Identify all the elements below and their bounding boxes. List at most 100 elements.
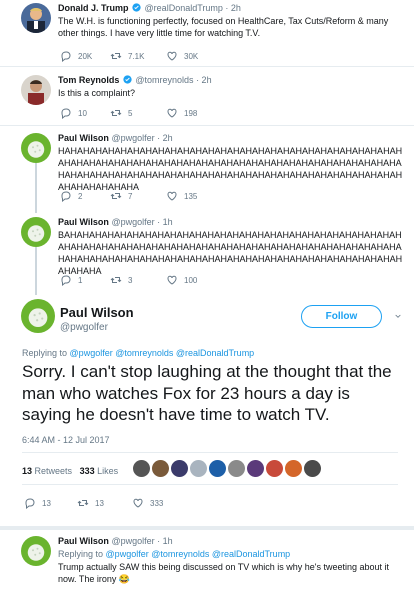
reply-replying-to: Replying to @pwgolfer @tomreynolds @real…	[58, 548, 403, 560]
retweet-icon	[110, 274, 122, 286]
liker-avatar[interactable]	[266, 460, 283, 477]
reply-button[interactable]: 20K	[60, 50, 92, 62]
tweet-reynolds[interactable]: Tom Reynolds @tomreynolds · 2h Is this a…	[0, 67, 414, 125]
main-tweet-text: Sorry. I can't stop laughing at the thou…	[22, 362, 392, 424]
liker-avatar[interactable]	[190, 460, 207, 477]
retweet-button[interactable]: 5	[110, 107, 132, 119]
like-button[interactable]: 135	[166, 190, 197, 202]
like-button[interactable]: 198	[166, 107, 197, 119]
reply-button[interactable]: 1	[60, 274, 82, 286]
liker-avatar[interactable]	[209, 460, 226, 477]
reply-count: 2	[78, 191, 83, 201]
main-author-name[interactable]: Paul Wilson	[60, 305, 134, 320]
like-count: 333	[150, 498, 164, 508]
tweet-text: BAHAHAHAHAHAHAHAHAHAHAHAHAHAHAHAHAHAHAHA…	[58, 230, 403, 276]
tweet-header: Donald J. Trump @realDonaldTrump · 2h	[58, 3, 241, 13]
follow-button[interactable]: Follow	[301, 305, 382, 328]
retweet-button[interactable]: 3	[110, 274, 132, 286]
tweet-time[interactable]: · 1h	[157, 536, 173, 546]
like-button[interactable]: 30K	[166, 50, 198, 62]
like-icon	[132, 497, 144, 509]
tweet-text: The W.H. is functioning perfectly, focus…	[58, 16, 389, 38]
author-name[interactable]: Paul Wilson	[58, 133, 109, 143]
replying-prefix: Replying to	[22, 348, 68, 358]
main-author-handle[interactable]: @pwgolfer	[60, 322, 108, 333]
author-handle[interactable]: @pwgolfer	[111, 536, 154, 546]
tweet-header: Paul Wilson @pwgolfer · 1h	[58, 217, 173, 227]
tweet-trump[interactable]: Donald J. Trump @realDonaldTrump · 2h Th…	[0, 0, 414, 66]
author-name[interactable]: Donald J. Trump	[58, 3, 129, 13]
reply-button[interactable]: 10	[60, 107, 87, 119]
tweet-header: Paul Wilson @pwgolfer · 1h	[58, 536, 173, 546]
reply-button[interactable]: 2	[60, 190, 82, 202]
retweet-count: 5	[128, 108, 133, 118]
author-handle[interactable]: @pwgolfer	[111, 217, 154, 227]
retweet-icon	[110, 107, 122, 119]
liker-avatar[interactable]	[247, 460, 264, 477]
likers-avatars	[133, 460, 321, 477]
main-timestamp[interactable]: 6:44 AM - 12 Jul 2017	[22, 435, 110, 445]
like-button[interactable]: 333	[132, 497, 163, 509]
like-button[interactable]: 100	[166, 274, 197, 286]
tweet-header: Tom Reynolds @tomreynolds · 2h	[58, 75, 212, 85]
liker-avatar[interactable]	[304, 460, 321, 477]
like-count: 100	[184, 275, 198, 285]
likes-label[interactable]: Likes	[97, 466, 118, 476]
retweets-label[interactable]: Retweets	[35, 466, 73, 476]
tweet-time[interactable]: · 2h	[225, 3, 241, 13]
liker-avatar[interactable]	[133, 460, 150, 477]
avatar[interactable]	[21, 133, 51, 163]
replying-to: Replying to @pwgolfer @tomreynolds @real…	[22, 348, 254, 358]
likes-count[interactable]: 333	[80, 466, 95, 476]
author-name[interactable]: Paul Wilson	[58, 536, 109, 546]
like-icon	[166, 274, 178, 286]
tweet-text: Is this a complaint?	[58, 88, 136, 98]
engagement-stats: 13 Retweets 333 Likes	[22, 466, 118, 476]
chevron-down-icon[interactable]	[394, 312, 402, 320]
retweets-count[interactable]: 13	[22, 466, 32, 476]
author-handle[interactable]: @pwgolfer	[111, 133, 154, 143]
retweet-count: 7	[128, 191, 133, 201]
tweet-time[interactable]: · 2h	[196, 75, 212, 85]
retweet-icon	[110, 190, 122, 202]
author-name[interactable]: Paul Wilson	[58, 217, 109, 227]
reply-count: 13	[42, 498, 51, 508]
reply-icon	[60, 274, 72, 286]
reply-button[interactable]: 13	[24, 497, 51, 509]
tweet-wilson-2[interactable]: Paul Wilson @pwgolfer · 1h BAHAHAHAHAHAH…	[0, 210, 414, 294]
liker-avatar[interactable]	[228, 460, 245, 477]
liker-avatar[interactable]	[171, 460, 188, 477]
avatar[interactable]	[21, 299, 55, 333]
retweet-button[interactable]: 7.1K	[110, 50, 144, 62]
author-handle[interactable]: @tomreynolds	[135, 75, 193, 85]
reply-icon	[60, 190, 72, 202]
reply-tweet[interactable]: Paul Wilson @pwgolfer · 1h Replying to @…	[0, 530, 414, 598]
reply-icon	[24, 497, 36, 509]
author-handle[interactable]: @realDonaldTrump	[145, 3, 223, 13]
like-icon	[166, 50, 178, 62]
tweet-wilson-1[interactable]: Paul Wilson @pwgolfer · 2h HAHAHAHAHAHAH…	[0, 126, 414, 210]
like-count: 30K	[184, 51, 199, 61]
retweet-button[interactable]: 13	[77, 497, 104, 509]
avatar[interactable]	[21, 217, 51, 247]
tweet-time[interactable]: · 1h	[157, 217, 173, 227]
reply-count: 10	[78, 108, 87, 118]
reply-icon	[60, 107, 72, 119]
reply-count: 1	[78, 275, 83, 285]
avatar[interactable]	[21, 3, 51, 33]
retweet-icon	[110, 50, 122, 62]
reply-count: 20K	[78, 51, 93, 61]
replying-to-links[interactable]: @pwgolfer @tomreynolds @realDonaldTrump	[106, 549, 291, 559]
liker-avatar[interactable]	[152, 460, 169, 477]
retweet-button[interactable]: 7	[110, 190, 132, 202]
avatar[interactable]	[21, 536, 51, 566]
tweet-text: HAHAHAHAHAHAHAHAHAHAHAHAHAHAHAHAHAHAHAHA…	[58, 146, 403, 192]
tweet-header: Paul Wilson @pwgolfer · 2h	[58, 133, 173, 143]
divider	[22, 484, 398, 485]
tweet-time[interactable]: · 2h	[157, 133, 173, 143]
liker-avatar[interactable]	[285, 460, 302, 477]
author-name[interactable]: Tom Reynolds	[58, 75, 119, 85]
replying-to-links[interactable]: @pwgolfer @tomreynolds @realDonaldTrump	[70, 348, 255, 358]
avatar[interactable]	[21, 75, 51, 105]
retweet-count: 3	[128, 275, 133, 285]
